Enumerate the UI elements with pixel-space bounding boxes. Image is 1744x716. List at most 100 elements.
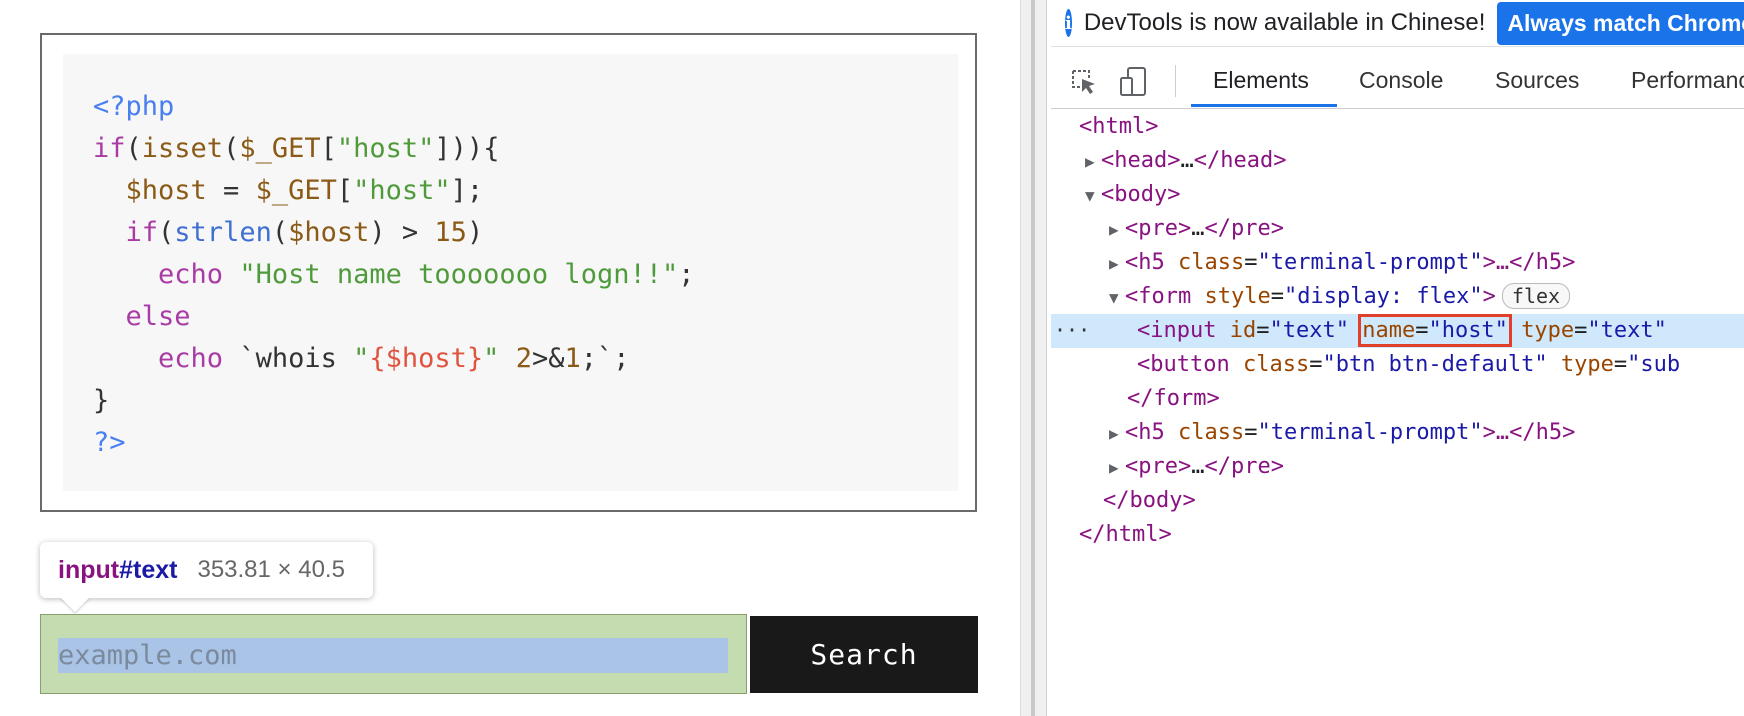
code-token: } xyxy=(93,385,110,416)
code-token: ; xyxy=(678,259,695,290)
dom-tag: </html> xyxy=(1079,522,1172,547)
code-token: [ xyxy=(320,133,337,164)
dom-tag: </head> xyxy=(1193,148,1287,173)
host-input[interactable] xyxy=(58,638,728,673)
dom-tag: <h5 xyxy=(1125,420,1165,445)
dom-attr-value: "text" xyxy=(1269,318,1349,343)
code-token: "host" xyxy=(336,133,435,164)
tooltip-id: #text xyxy=(119,555,178,584)
expand-triangle-icon[interactable]: ▶ xyxy=(1109,417,1125,451)
dom-tag: >…</h5> xyxy=(1482,420,1576,445)
devtools-panel: i DevTools is now available in Chinese! … xyxy=(1051,0,1744,716)
code-token: $_GET xyxy=(239,133,321,164)
code-token: `whois xyxy=(223,343,354,374)
dom-attr-name: id xyxy=(1229,318,1257,343)
page-content: <?php if(isset($_GET["host"])){ $host = … xyxy=(0,0,1020,716)
code-token: $_GET xyxy=(255,175,337,206)
dom-tag: <button xyxy=(1137,352,1230,377)
expand-triangle-icon[interactable]: ▶ xyxy=(1109,213,1125,247)
device-toolbar-icon[interactable] xyxy=(1117,65,1151,99)
dom-node-html-close[interactable]: </html> xyxy=(1051,518,1744,552)
dom-attr-value: "display: flex" xyxy=(1283,284,1483,309)
code-token: $host xyxy=(125,175,207,206)
code-token: strlen xyxy=(174,217,272,248)
dom-tag: >…</h5> xyxy=(1482,250,1576,275)
dom-node-h5[interactable]: ▶ <h5 class="terminal-prompt">…</h5> xyxy=(1051,416,1744,450)
dom-tree: <html> ▶ <head>…</head> ▼ <body> ▶ <pre>…</… xyxy=(1051,110,1744,716)
expand-triangle-icon[interactable]: ▶ xyxy=(1109,247,1125,281)
dom-node-input-selected[interactable]: <input id="text" name="host" type="text" xyxy=(1051,314,1744,348)
dom-node-body-close[interactable]: </body> xyxy=(1051,484,1744,518)
devtools-resize-divider[interactable] xyxy=(1020,0,1047,716)
dom-tag: <html> xyxy=(1079,114,1159,139)
dom-node-head[interactable]: ▶ <head>…</head> xyxy=(1051,144,1744,178)
dom-node-form[interactable]: ▼ <form style="display: flex"> flex xyxy=(1051,280,1744,314)
dom-attr-value: "text" xyxy=(1587,318,1667,343)
expand-triangle-icon[interactable]: ▶ xyxy=(1109,451,1125,485)
code-token: ])){ xyxy=(434,133,500,164)
tab-sources[interactable]: Sources xyxy=(1495,67,1579,94)
tooltip-arrow xyxy=(60,597,90,612)
input-content-highlight xyxy=(58,638,728,673)
tooltip-dimensions: 353.81 × 40.5 xyxy=(197,556,345,583)
tab-console[interactable]: Console xyxy=(1359,67,1443,94)
tooltip-selector: input#text xyxy=(58,556,177,585)
dom-tag: </pre> xyxy=(1204,216,1284,241)
dom-attr-name: style xyxy=(1204,284,1271,309)
infobar-message: DevTools is now available in Chinese! xyxy=(1083,9,1486,36)
tooltip-tag: input xyxy=(58,555,120,584)
tab-performance[interactable]: Performance xyxy=(1631,67,1744,94)
dom-tag: <body> xyxy=(1101,182,1181,207)
dom-ellipsis: … xyxy=(1191,216,1205,241)
collapse-triangle-icon[interactable]: ▼ xyxy=(1085,179,1101,213)
dom-ellipsis: … xyxy=(1191,454,1205,479)
code-token: 15 xyxy=(434,217,467,248)
inspect-element-icon[interactable] xyxy=(1067,65,1101,99)
dom-node-html[interactable]: <html> xyxy=(1051,110,1744,144)
devtools-tabbar: Elements Console Sources Performance xyxy=(1051,53,1744,109)
dom-tag: </body> xyxy=(1103,488,1196,513)
divider-grip[interactable] xyxy=(1031,0,1035,716)
dom-tag: <pre> xyxy=(1125,216,1192,241)
devtools-infobar: i DevTools is now available in Chinese! … xyxy=(1051,0,1744,47)
always-match-chrome-button[interactable]: Always match Chrome xyxy=(1497,1,1744,45)
code-token: echo xyxy=(158,343,224,374)
code-token: " xyxy=(483,343,500,374)
search-button[interactable]: Search xyxy=(750,616,978,693)
dom-node-pre[interactable]: ▶ <pre>…</pre> xyxy=(1051,450,1744,484)
dom-attr-value: "sub xyxy=(1627,352,1681,377)
dom-ellipsis: … xyxy=(1180,148,1194,173)
code-token: "Host name tooooooo logn!!" xyxy=(239,259,679,290)
dom-node-pre[interactable]: ▶ <pre>…</pre> xyxy=(1051,212,1744,246)
dom-attr-name: class xyxy=(1178,420,1245,445)
code-token: = xyxy=(206,175,256,206)
dom-attr-value: "btn btn-default" xyxy=(1322,352,1548,377)
dom-node-body[interactable]: ▼ <body> xyxy=(1051,178,1744,212)
dom-node-form-close[interactable]: </form> xyxy=(1051,382,1744,416)
info-icon: i xyxy=(1065,9,1072,37)
code-token: isset xyxy=(141,133,224,164)
collapse-triangle-icon[interactable]: ▼ xyxy=(1109,281,1125,315)
code-token: "host" xyxy=(353,175,451,206)
flex-badge[interactable]: flex xyxy=(1501,283,1571,309)
expand-triangle-icon[interactable]: ▶ xyxy=(1085,145,1101,179)
active-tab-indicator xyxy=(1191,104,1337,107)
tab-elements[interactable]: Elements xyxy=(1213,67,1309,94)
dom-attr-value: "host" xyxy=(1428,318,1508,343)
dom-node-button[interactable]: <button class="btn btn-default" type="su… xyxy=(1051,348,1744,382)
code-token: echo xyxy=(158,259,224,290)
dom-attr-name: type xyxy=(1560,352,1614,377)
node-more-options-icon[interactable]: ··· xyxy=(1054,318,1090,342)
dom-tag: <head> xyxy=(1101,148,1181,173)
dom-tag: <form xyxy=(1125,284,1192,309)
code-token: ( xyxy=(158,217,175,248)
code-token: ]; xyxy=(450,175,484,206)
dom-tag: > xyxy=(1482,284,1496,309)
dom-node-h5[interactable]: ▶ <h5 class="terminal-prompt">…</h5> xyxy=(1051,246,1744,280)
